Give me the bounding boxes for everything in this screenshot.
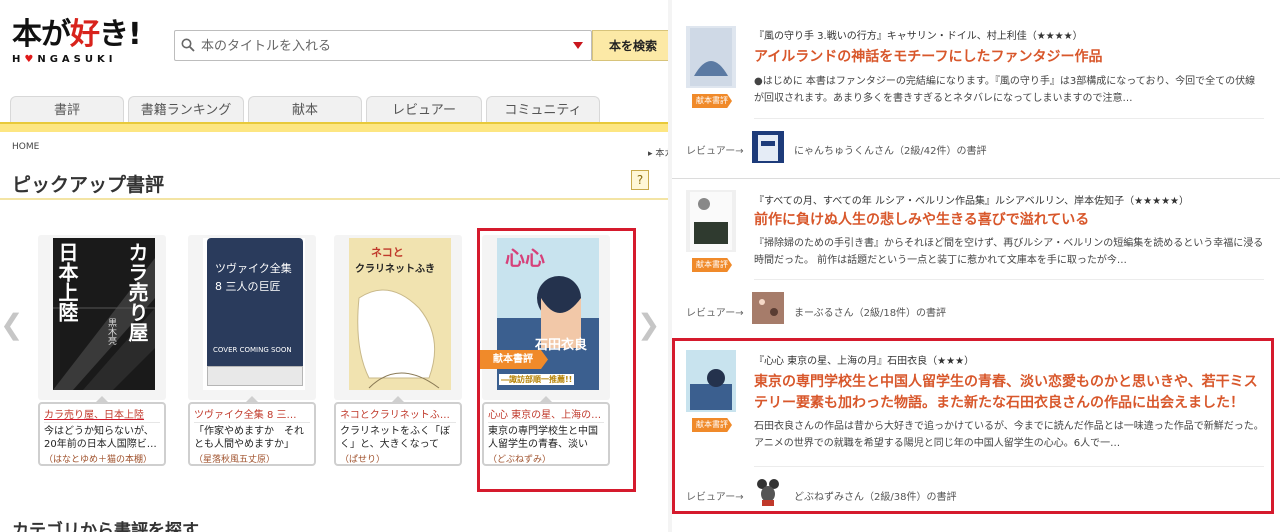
book-cover[interactable]: 日本上陸 カラ売り屋 黒木亮	[53, 238, 155, 390]
carousel-next-icon[interactable]: ❯	[637, 308, 660, 341]
highlight-frame	[477, 228, 636, 492]
cover-title: ツヴァイク全集	[215, 262, 292, 275]
site-logo[interactable]: 本が好き! H♥NGASUKI	[12, 17, 152, 66]
logo-subtitle: H♥NGASUKI	[12, 54, 117, 65]
pickup-excerpt: 今はどうか知らないが、20年前の日本人国際ビ…	[44, 426, 157, 450]
reviewer-label: レビュアー→	[686, 146, 744, 157]
review-headline[interactable]: アイルランドの神話をモチーフにしたファンタジー作品	[754, 47, 1264, 68]
search-input[interactable]	[201, 34, 561, 58]
review-book-thumb[interactable]	[686, 190, 736, 252]
pickup-title[interactable]: ネコとクラリネットふき…	[340, 406, 456, 423]
pickup-excerpt: 「作家やめますか それとも人間やめますか」	[194, 426, 304, 450]
pickup-info: カラ売り屋、日本上陸 今はどうか知らないが、20年前の日本人国際ビ… （はなとゆ…	[38, 396, 166, 466]
review-separator	[672, 178, 1280, 179]
tab-reviewers[interactable]: レビュアー	[366, 96, 482, 124]
logo-wordmark: 本が好き!	[12, 17, 142, 52]
cover-note: COVER COMING SOON	[213, 346, 292, 354]
avatar[interactable]	[752, 131, 784, 163]
cover-frame: 日本上陸 カラ売り屋 黒木亮	[38, 235, 166, 400]
kenpon-badge: 献本書評	[692, 94, 732, 108]
title-divider	[0, 198, 670, 200]
breadcrumb-home[interactable]: HOME	[12, 142, 39, 152]
pickup-card[interactable]: ツヴァイク全集 8 三人の巨匠 COVER COMING SOON ツヴァイク全…	[188, 235, 316, 469]
kenpon-badge: 献本書評	[692, 258, 732, 272]
review-book-meta[interactable]: 『すべての月、すべての年 ルシア・ベルリン作品集』ルシアベルリン、岸本佐知子（★…	[754, 192, 1189, 207]
review-item: 献本書評 『すべての月、すべての年 ルシア・ベルリン作品集』ルシアベルリン、岸本…	[672, 180, 1280, 336]
thumb-art	[690, 192, 732, 250]
search-box	[174, 30, 592, 61]
category-section-title: カテゴリから書評を探す	[12, 521, 199, 532]
avatar[interactable]	[752, 292, 784, 324]
pickup-user[interactable]: （星落秋風五丈原）	[194, 452, 310, 465]
book-cover[interactable]: ツヴァイク全集 8 三人の巨匠 COVER COMING SOON	[203, 238, 305, 390]
tab-community[interactable]: コミュニティ	[486, 96, 600, 124]
nav-underline	[0, 122, 670, 132]
pickup-info: ネコとクラリネットふき… クラリネットをふく「ぼく」と、大きくなってい… （ぱせ…	[334, 396, 462, 466]
pickup-card[interactable]: ネコと クラリネットふき ネコとクラリネットふき… クラリネットをふく「ぼく」と…	[334, 235, 462, 469]
pickup-user[interactable]: （はなとゆめ＋猫の本棚）	[44, 452, 160, 465]
review-excerpt: ●はじめに 本書はファンタジーの完結編になります。『風の守り手』は3部構成になっ…	[754, 76, 1256, 104]
thumb-art	[690, 28, 732, 86]
reviewer-name[interactable]: にゃんちゅうくんさん（2級/42件）の書評	[794, 142, 986, 157]
breadcrumb-current: ▸ 本ガ	[648, 149, 670, 159]
pickup-user[interactable]: （ぱせり）	[340, 452, 456, 465]
search-button[interactable]: 本を検索	[592, 30, 670, 61]
review-divider	[754, 279, 1264, 280]
pickup-card[interactable]: 日本上陸 カラ売り屋 黒木亮 カラ売り屋、日本上陸 今はどうか知らないが、20年…	[38, 235, 166, 469]
review-item: 献本書評 『風の守り手 3.戦いの行方』キャサリン・ドイル、村上利佳（★★★★）…	[672, 0, 1280, 178]
search-icon	[181, 38, 195, 52]
reviewer-name[interactable]: まーぶるさん（2級/18件）の書評	[794, 304, 946, 319]
cover-title-2: 8 三人の巨匠	[215, 280, 281, 293]
pickup-title[interactable]: ツヴァイク全集 8 三…	[194, 406, 310, 423]
reviewer-label: レビュアー→	[686, 308, 744, 319]
page-title: ピックアップ書評	[12, 174, 165, 196]
cover-title: ネコと	[371, 246, 404, 259]
avatar-art	[752, 292, 784, 324]
review-book-thumb[interactable]	[686, 26, 736, 88]
cover-frame: ネコと クラリネットふき	[334, 235, 462, 400]
help-icon[interactable]: ?	[631, 170, 649, 190]
dropdown-arrow-icon[interactable]	[573, 42, 583, 49]
cover-title-2: クラリネットふき	[355, 264, 435, 275]
cover-spine	[207, 366, 303, 386]
book-cover[interactable]: ネコと クラリネットふき	[349, 238, 451, 390]
left-panel: 本が好き! H♥NGASUKI 本を検索 書評 書籍ランキング 献本 レビュアー…	[0, 0, 670, 532]
review-headline[interactable]: 前作に負けぬ人生の悲しみや生きる喜びで溢れている	[754, 210, 1264, 231]
review-book-meta[interactable]: 『風の守り手 3.戦いの行方』キャサリン・ドイル、村上利佳（★★★★）	[754, 27, 1083, 42]
carousel-prev-icon[interactable]: ❮	[0, 308, 23, 341]
tab-reviews[interactable]: 書評	[10, 96, 124, 124]
tab-ranking[interactable]: 書籍ランキング	[128, 96, 244, 124]
cover-title: カラ売り屋	[125, 242, 149, 342]
cover-title-2: 日本上陸	[55, 242, 79, 322]
avatar-art	[758, 135, 778, 161]
pickup-excerpt: クラリネットをふく「ぼく」と、大きくなってい…	[340, 426, 450, 450]
heart-icon: ♥	[24, 54, 38, 65]
review-divider	[754, 118, 1264, 119]
pickup-info: ツヴァイク全集 8 三… 「作家やめますか それとも人間やめますか」 （星落秋風…	[188, 396, 316, 466]
cover-frame: ツヴァイク全集 8 三人の巨匠 COVER COMING SOON	[188, 235, 316, 400]
cover-author: 黒木亮	[106, 318, 116, 345]
pickup-title[interactable]: カラ売り屋、日本上陸	[44, 406, 160, 423]
tab-kenpon[interactable]: 献本	[248, 96, 362, 124]
highlight-frame	[672, 338, 1274, 514]
review-excerpt: 『掃除婦のための手引き書』からそれほど間を空けず、再びルシア・ベルリンの短編集を…	[754, 238, 1264, 266]
